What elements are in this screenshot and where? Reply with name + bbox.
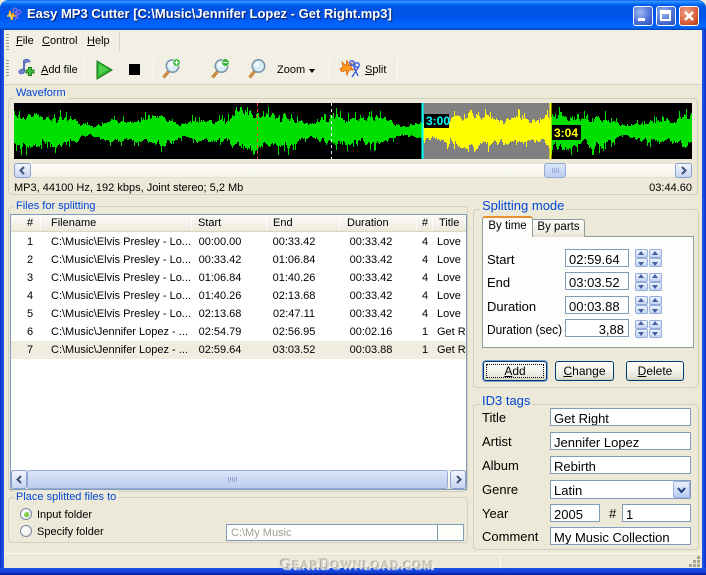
svg-text:3:00: 3:00 <box>426 114 450 128</box>
svg-text:3:04: 3:04 <box>554 126 578 140</box>
